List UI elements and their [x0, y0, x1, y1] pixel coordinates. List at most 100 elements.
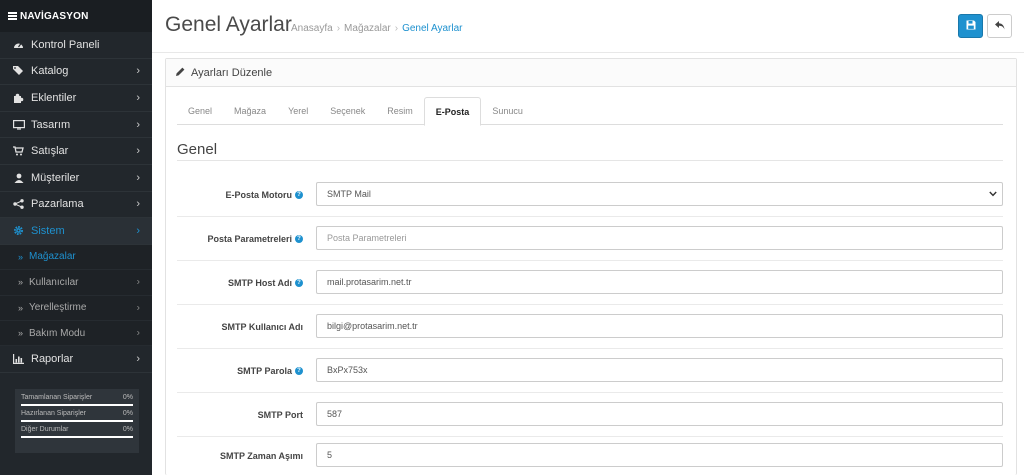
chevron-right-icon: ›: [136, 327, 140, 339]
sidebar-item-design[interactable]: Tasarım ›: [0, 112, 152, 139]
back-button[interactable]: [987, 14, 1012, 38]
sidebar-subitem-maintenance[interactable]: » Bakım Modu ›: [0, 320, 152, 347]
hamburger-icon: [8, 11, 17, 21]
sidebar-item-label: Tasarım: [31, 118, 71, 131]
tab-store[interactable]: Mağaza: [223, 97, 277, 125]
panel-heading: Ayarları Düzenle: [166, 59, 1016, 87]
sidebar-item-system[interactable]: Sistem ›: [0, 218, 152, 245]
breadcrumb-stores[interactable]: Mağazalar: [344, 23, 391, 34]
save-button[interactable]: [958, 14, 983, 38]
sidebar-item-label: Satışlar: [31, 145, 69, 158]
panel-heading-label: Ayarları Düzenle: [191, 66, 273, 79]
sidebar-item-reports[interactable]: Raporlar ›: [0, 346, 152, 373]
form-row-smtp-port: SMTP Port 587: [177, 393, 1003, 437]
tab-server[interactable]: Sunucu: [481, 97, 534, 125]
chevron-right-icon: ›: [136, 224, 140, 237]
progress-bar: [21, 436, 133, 438]
sidebar-item-catalog[interactable]: Katalog ›: [0, 59, 152, 86]
chevron-right-icon: ›: [136, 276, 140, 288]
field-label-text: SMTP Host Adı: [227, 277, 292, 288]
field-label-text: SMTP Zaman Aşımı: [219, 451, 303, 461]
field-label-text: SMTP Kullanıcı Adı: [221, 321, 303, 332]
mail-params-input[interactable]: Posta Parametreleri: [316, 226, 1003, 250]
sidebar: NAVİGASYON Kontrol Paneli Katalog › Ekle…: [0, 0, 152, 475]
form-row-smtp-pass: SMTP Parola? BxPx753x: [177, 349, 1003, 393]
nav-header: NAVİGASYON: [0, 0, 152, 32]
sidebar-item-label: Sistem: [31, 224, 65, 237]
field-label: E-Posta Motoru?: [225, 189, 303, 200]
page-header: Genel Ayarlar Anasayfa › Mağazalar › Gen…: [152, 0, 1024, 53]
sidebar-item-marketing[interactable]: Pazarlama ›: [0, 192, 152, 219]
chevron-right-icon: ›: [136, 302, 140, 314]
form-row-mail-params: Posta Parametreleri? Posta Parametreleri: [177, 217, 1003, 261]
breadcrumb: Anasayfa › Mağazalar › Genel Ayarlar: [291, 23, 463, 34]
tab-general[interactable]: Genel: [177, 97, 223, 125]
double-chevron-right-icon: »: [18, 251, 24, 262]
help-icon[interactable]: ?: [295, 278, 303, 287]
field-label: Posta Parametreleri?: [207, 234, 303, 244]
sidebar-item-label: Kontrol Paneli: [31, 38, 100, 51]
settings-panel: Ayarları Düzenle Genel Mağaza Yerel Seçe…: [165, 58, 1017, 475]
cart-icon: [12, 146, 25, 157]
progress-label: Hazırlanan Siparişler: [21, 410, 86, 417]
chevron-right-icon: ›: [136, 91, 140, 104]
sidebar-item-label: Eklentiler: [31, 91, 77, 104]
tag-icon: [12, 66, 25, 77]
gear-icon: [12, 225, 25, 236]
tab-email[interactable]: E-Posta: [423, 97, 482, 126]
section-title: Genel: [177, 141, 218, 158]
sidebar-subitem-localisation[interactable]: » Yerelleştirme ›: [0, 295, 152, 321]
breadcrumb-home[interactable]: Anasayfa: [291, 23, 333, 34]
progress-completed: Tamamlanan Siparişler 0%: [21, 394, 133, 406]
settings-tabs: Genel Mağaza Yerel Seçenek Resim E-Posta…: [177, 97, 1003, 126]
smtp-host-input[interactable]: mail.protasarim.net.tr: [316, 270, 1003, 294]
help-icon[interactable]: ?: [295, 234, 303, 243]
field-label: SMTP Kullanıcı Adı: [221, 322, 303, 332]
sidebar-subitem-label: Kullanıcılar: [29, 276, 79, 288]
sidebar-subitem-label: Yerelleştirme: [29, 302, 87, 314]
chevron-right-icon: ›: [136, 171, 140, 184]
sidebar-item-label: Katalog: [31, 65, 69, 78]
chevron-down-icon: [989, 189, 997, 199]
form-row-smtp-user: SMTP Kullanıcı Adı bilgi@protasarim.net.…: [177, 305, 1003, 349]
chevron-right-icon: ›: [136, 353, 140, 366]
smtp-port-input[interactable]: 587: [316, 402, 1003, 426]
sidebar-item-label: Müşteriler: [31, 171, 80, 184]
help-icon[interactable]: ?: [295, 190, 303, 199]
chevron-right-icon: ›: [136, 118, 140, 131]
field-label-text: E-Posta Motoru: [225, 189, 293, 200]
field-label: SMTP Host Adı?: [228, 278, 303, 288]
progress-label: Diğer Durumlar: [21, 426, 69, 433]
reply-icon: [994, 19, 1005, 33]
breadcrumb-separator: ›: [394, 23, 399, 34]
sidebar-subitem-label: Mağazalar: [29, 251, 76, 263]
main-content: Genel Ayarlar Anasayfa › Mağazalar › Gen…: [152, 0, 1024, 475]
help-icon[interactable]: ?: [295, 366, 303, 375]
progress-bar: [21, 404, 133, 406]
smtp-password-input[interactable]: BxPx753x: [316, 358, 1003, 382]
tab-option[interactable]: Seçenek: [319, 97, 376, 125]
sidebar-subitem-users[interactable]: » Kullanıcılar ›: [0, 270, 152, 296]
dashboard-icon: [12, 39, 25, 50]
section-divider: [177, 160, 1003, 161]
breadcrumb-current[interactable]: Genel Ayarlar: [402, 23, 462, 34]
mail-engine-select[interactable]: SMTP Mail: [316, 182, 1003, 206]
sidebar-item-customers[interactable]: Müşteriler ›: [0, 165, 152, 192]
field-label: SMTP Parola?: [237, 366, 303, 376]
chevron-right-icon: ›: [136, 198, 140, 211]
sidebar-item-dashboard[interactable]: Kontrol Paneli: [0, 32, 152, 59]
smtp-timeout-input[interactable]: 5: [316, 443, 1003, 467]
puzzle-icon: [12, 92, 25, 103]
sidebar-item-extensions[interactable]: Eklentiler ›: [0, 85, 152, 112]
tab-local[interactable]: Yerel: [277, 97, 319, 125]
tab-image[interactable]: Resim: [376, 97, 424, 125]
sidebar-subitem-stores[interactable]: » Mağazalar: [0, 244, 152, 271]
sidebar-item-label: Raporlar: [31, 353, 74, 366]
sidebar-item-sales[interactable]: Satışlar ›: [0, 138, 152, 165]
field-label-text: Posta Parametreleri: [207, 233, 292, 244]
double-chevron-right-icon: »: [18, 328, 24, 339]
sidebar-item-label: Pazarlama: [31, 198, 84, 211]
form-row-mail-engine: E-Posta Motoru? SMTP Mail: [177, 173, 1003, 217]
smtp-username-input[interactable]: bilgi@protasarim.net.tr: [316, 314, 1003, 338]
page-title: Genel Ayarlar: [165, 13, 292, 36]
